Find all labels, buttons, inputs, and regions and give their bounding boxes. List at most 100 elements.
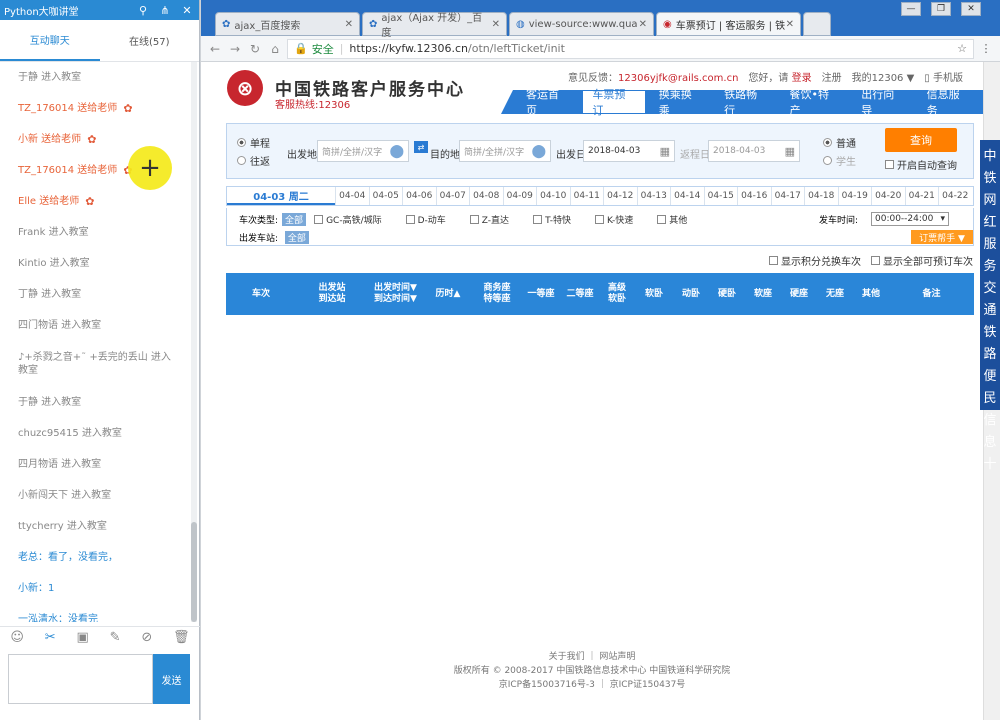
date-tab[interactable]: 04-08 bbox=[469, 187, 503, 205]
date-tab[interactable]: 04-14 bbox=[670, 187, 704, 205]
close-icon[interactable]: ✕ bbox=[492, 19, 500, 30]
calendar-icon[interactable]: ▦ bbox=[660, 145, 670, 158]
type-normal-radio[interactable]: 普通 bbox=[823, 135, 856, 150]
nav-item[interactable]: 出行向导 bbox=[852, 88, 913, 117]
scissors-icon[interactable]: ✂ bbox=[45, 630, 56, 645]
date-tab[interactable]: 04-19 bbox=[837, 187, 872, 205]
date-tab[interactable]: 04-16 bbox=[737, 187, 771, 205]
date-tab[interactable]: 04-10 bbox=[536, 187, 570, 205]
login-link[interactable]: 登录 bbox=[792, 73, 812, 84]
forward-icon[interactable]: → bbox=[227, 42, 243, 56]
chat-scroll-thumb[interactable] bbox=[191, 522, 197, 622]
home-icon[interactable]: ⌂ bbox=[267, 42, 283, 56]
date-tab[interactable]: 04-11 bbox=[569, 187, 604, 205]
url-field[interactable]: 🔒 安全 | https://kyfw.12306.cn /otn/leftTi… bbox=[287, 38, 974, 59]
to-input[interactable]: 简拼/全拼/汉字 ⬤ bbox=[459, 140, 551, 162]
from-input[interactable]: 简拼/全拼/汉字 ⬤ bbox=[317, 140, 409, 162]
calendar-icon[interactable]: ▦ bbox=[785, 145, 795, 158]
floating-service-bar[interactable]: 中铁网红服务交通铁路便民信息十 bbox=[980, 140, 1000, 472]
chat-message: 四月物语 进入教室 bbox=[18, 459, 102, 470]
all-stations-tag[interactable]: 全部 bbox=[284, 231, 309, 244]
nav-item[interactable]: 信息服务 bbox=[918, 88, 979, 117]
footer-copyright: 版权所有 © 2008-2017 中国铁路信息技术中心 中国铁道科学研究院 bbox=[453, 666, 731, 676]
swap-icon[interactable]: ⇄ bbox=[414, 141, 428, 153]
table-header-cell[interactable]: 出发时间▼ 到达时间▼ bbox=[368, 283, 423, 305]
date-tab[interactable]: 04-09 bbox=[502, 187, 537, 205]
location-pin-icon: ⬤ bbox=[531, 143, 546, 159]
date-tab[interactable]: 04-06 bbox=[402, 187, 436, 205]
reload-icon[interactable]: ↻ bbox=[247, 42, 263, 56]
booking-helper-button[interactable]: 订票帮手 ▼ bbox=[911, 230, 973, 244]
minimize-icon[interactable]: — bbox=[901, 2, 921, 16]
train-type-checkbox[interactable]: T-特快 bbox=[533, 213, 571, 226]
train-type-checkbox[interactable]: 其他 bbox=[657, 213, 687, 226]
date-tab[interactable]: 04-18 bbox=[804, 187, 838, 205]
date-tab-selected[interactable]: 04-03 周二 bbox=[227, 187, 335, 205]
edit-icon[interactable]: ✎ bbox=[110, 630, 121, 645]
forbid-icon[interactable]: ⊘ bbox=[141, 630, 152, 645]
image-icon[interactable]: ▣ bbox=[77, 630, 89, 645]
all-types-tag[interactable]: 全部 bbox=[282, 213, 307, 226]
close-icon[interactable]: ✕ bbox=[639, 19, 647, 30]
tab-chat[interactable]: 互动聊天 bbox=[0, 20, 100, 61]
nav-item[interactable]: 客运首页 bbox=[517, 88, 578, 117]
query-button[interactable]: 查询 bbox=[885, 128, 957, 152]
auto-query-checkbox[interactable]: 开启自动查询 bbox=[885, 157, 957, 172]
browser-tab-3[interactable]: ◍ view-source:www.qua ✕ bbox=[509, 12, 654, 36]
smile-icon[interactable]: ☺ bbox=[10, 630, 24, 645]
show-all-checkbox[interactable]: 显示全部可预订车次 bbox=[871, 253, 973, 268]
type-student-radio[interactable]: 学生 bbox=[823, 153, 856, 168]
depart-date-input[interactable]: 2018-04-03 ▦ bbox=[583, 140, 675, 162]
trash-icon[interactable]: 🗑 bbox=[173, 630, 190, 645]
my12306-menu[interactable]: 我的12306 ▼ bbox=[852, 69, 915, 84]
restore-icon[interactable]: ❐ bbox=[931, 2, 951, 16]
star-icon[interactable]: ☆ bbox=[957, 42, 967, 55]
close-icon[interactable]: ✕ bbox=[345, 19, 353, 30]
train-type-checkbox[interactable]: D-动车 bbox=[405, 213, 446, 226]
train-type-checkbox[interactable]: GC-高铁/城际 bbox=[314, 213, 382, 226]
nav-item[interactable]: 换乘换乘 bbox=[650, 88, 711, 117]
browser-tab-2[interactable]: ✿ ajax（Ajax 开发）_百度 ✕ bbox=[362, 12, 507, 39]
chat-scrollbar[interactable] bbox=[191, 62, 197, 622]
date-tab[interactable]: 04-20 bbox=[871, 187, 905, 205]
return-date-input[interactable]: 2018-04-03 ▦ bbox=[708, 140, 800, 162]
date-tab[interactable]: 04-21 bbox=[904, 187, 939, 205]
close-icon[interactable]: ✕ bbox=[786, 19, 794, 30]
trip-round-radio[interactable]: 往返 bbox=[237, 153, 270, 168]
share-icon[interactable]: ⋔ bbox=[157, 4, 173, 17]
date-tab[interactable]: 04-13 bbox=[636, 187, 671, 205]
show-points-checkbox[interactable]: 显示积分兑换车次 bbox=[769, 253, 861, 268]
close-window-icon[interactable]: ✕ bbox=[961, 2, 981, 16]
table-header-cell[interactable]: 历时▲ bbox=[423, 289, 473, 300]
date-tab[interactable]: 04-04 bbox=[335, 187, 369, 205]
trip-single-radio[interactable]: 单程 bbox=[237, 135, 270, 150]
browser-tab-4[interactable]: ◉ 车票预订 | 客运服务 | 铁 ✕ bbox=[656, 12, 801, 36]
mobile-link[interactable]: ▯ 手机版 bbox=[924, 69, 963, 84]
menu-icon[interactable]: ⋮ bbox=[978, 42, 994, 55]
back-icon[interactable]: ← bbox=[207, 42, 223, 56]
date-tab[interactable]: 04-05 bbox=[368, 187, 403, 205]
date-tab[interactable]: 04-22 bbox=[938, 187, 972, 205]
date-tab[interactable]: 04-12 bbox=[603, 187, 637, 205]
date-tab[interactable]: 04-17 bbox=[770, 187, 805, 205]
date-tab[interactable]: 04-07 bbox=[435, 187, 470, 205]
send-button[interactable]: 发送 bbox=[153, 654, 190, 704]
browser-tab-1[interactable]: ✿ ajax_百度搜索 ✕ bbox=[215, 12, 360, 36]
train-type-checkbox[interactable]: K-快速 bbox=[594, 213, 633, 226]
nav-item[interactable]: 餐饮•特产 bbox=[781, 88, 849, 117]
table-header-cell: 备注 bbox=[922, 288, 941, 299]
pin-icon[interactable]: ⚲ bbox=[135, 4, 151, 17]
nav-item[interactable]: 车票预订 bbox=[582, 88, 646, 117]
close-icon[interactable]: ✕ bbox=[179, 4, 195, 17]
nav-item[interactable]: 铁路畅行 bbox=[715, 88, 776, 117]
new-tab-button[interactable] bbox=[803, 12, 831, 36]
train-type-checkbox[interactable]: Z-直达 bbox=[469, 213, 509, 226]
register-link[interactable]: 注册 bbox=[822, 69, 842, 84]
footer-links[interactable]: 关于我们 ｜ 网站声明 bbox=[201, 650, 983, 664]
chat-input[interactable] bbox=[8, 654, 153, 704]
tab-online[interactable]: 在线(57) bbox=[100, 20, 200, 61]
complaint-email-link[interactable]: 12306yjfk@rails.com.cn bbox=[618, 73, 738, 84]
secure-label: 安全 bbox=[311, 42, 334, 56]
depart-time-select[interactable]: 00:00--24:00 ▾ bbox=[871, 212, 949, 226]
date-tab[interactable]: 04-15 bbox=[703, 187, 738, 205]
